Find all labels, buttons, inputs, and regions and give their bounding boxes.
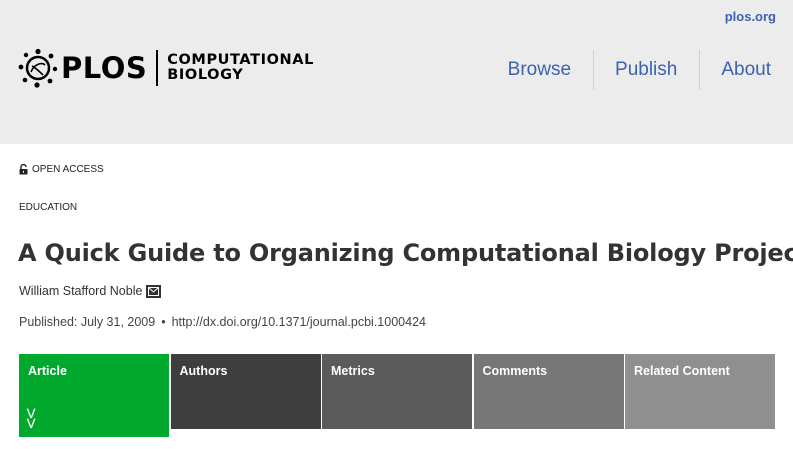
tab-authors-label: Authors	[179, 364, 228, 378]
tab-comments[interactable]: Comments	[473, 354, 624, 429]
logo-wordmark: PLOS	[61, 50, 148, 85]
nav-about[interactable]: About	[699, 50, 793, 90]
article-tabs: Article ⋁ ⋁ Authors Metrics Comments Rela…	[19, 354, 775, 437]
doi-link[interactable]: http://dx.doi.org/10.1371/journal.pcbi.1…	[172, 315, 426, 329]
site-header: plos.org PLOS COMPUTATIONAL BIOLOGY Brow…	[0, 0, 793, 144]
article-section: EDUCATION	[19, 202, 78, 213]
journal-name-line2: BIOLOGY	[167, 67, 244, 83]
tab-metrics-label: Metrics	[331, 364, 375, 378]
unlock-icon	[19, 164, 28, 175]
tab-article[interactable]: Article ⋁ ⋁	[19, 354, 169, 437]
nav-browse[interactable]: Browse	[487, 50, 593, 90]
page-title: A Quick Guide to Organizing Computationa…	[18, 239, 793, 267]
journal-name: COMPUTATIONAL BIOLOGY	[167, 53, 314, 83]
tab-metrics[interactable]: Metrics	[322, 354, 472, 429]
open-access-label: OPEN ACCESS	[32, 164, 104, 175]
logo-divider	[156, 50, 159, 86]
tab-authors[interactable]: Authors	[170, 354, 321, 429]
open-access-badge: OPEN ACCESS	[19, 164, 104, 175]
tab-comments-label: Comments	[482, 364, 548, 378]
publication-info: Published: July 31, 2009 • http://dx.doi.o…	[19, 315, 426, 329]
nav-publish[interactable]: Publish	[593, 50, 699, 90]
email-icon[interactable]	[146, 284, 162, 298]
tab-article-label: Article	[28, 364, 67, 378]
author-name[interactable]: William Stafford Noble	[19, 284, 142, 298]
tab-related-label: Related Content	[634, 364, 730, 378]
author-line: William Stafford Noble	[19, 284, 162, 298]
plos-org-link[interactable]: plos.org	[725, 9, 776, 24]
published-date: Published: July 31, 2009	[19, 315, 156, 329]
tab-related-content[interactable]: Related Content	[625, 354, 775, 429]
separator-dot: •	[161, 315, 166, 329]
plos-logo-icon	[18, 48, 58, 88]
chevron-down-icon: ⋁ ⋁	[27, 408, 36, 429]
main-nav: Browse Publish About	[487, 50, 793, 90]
journal-logo[interactable]: PLOS COMPUTATIONAL BIOLOGY	[18, 48, 314, 88]
journal-name-line1: COMPUTATIONAL	[167, 52, 314, 68]
